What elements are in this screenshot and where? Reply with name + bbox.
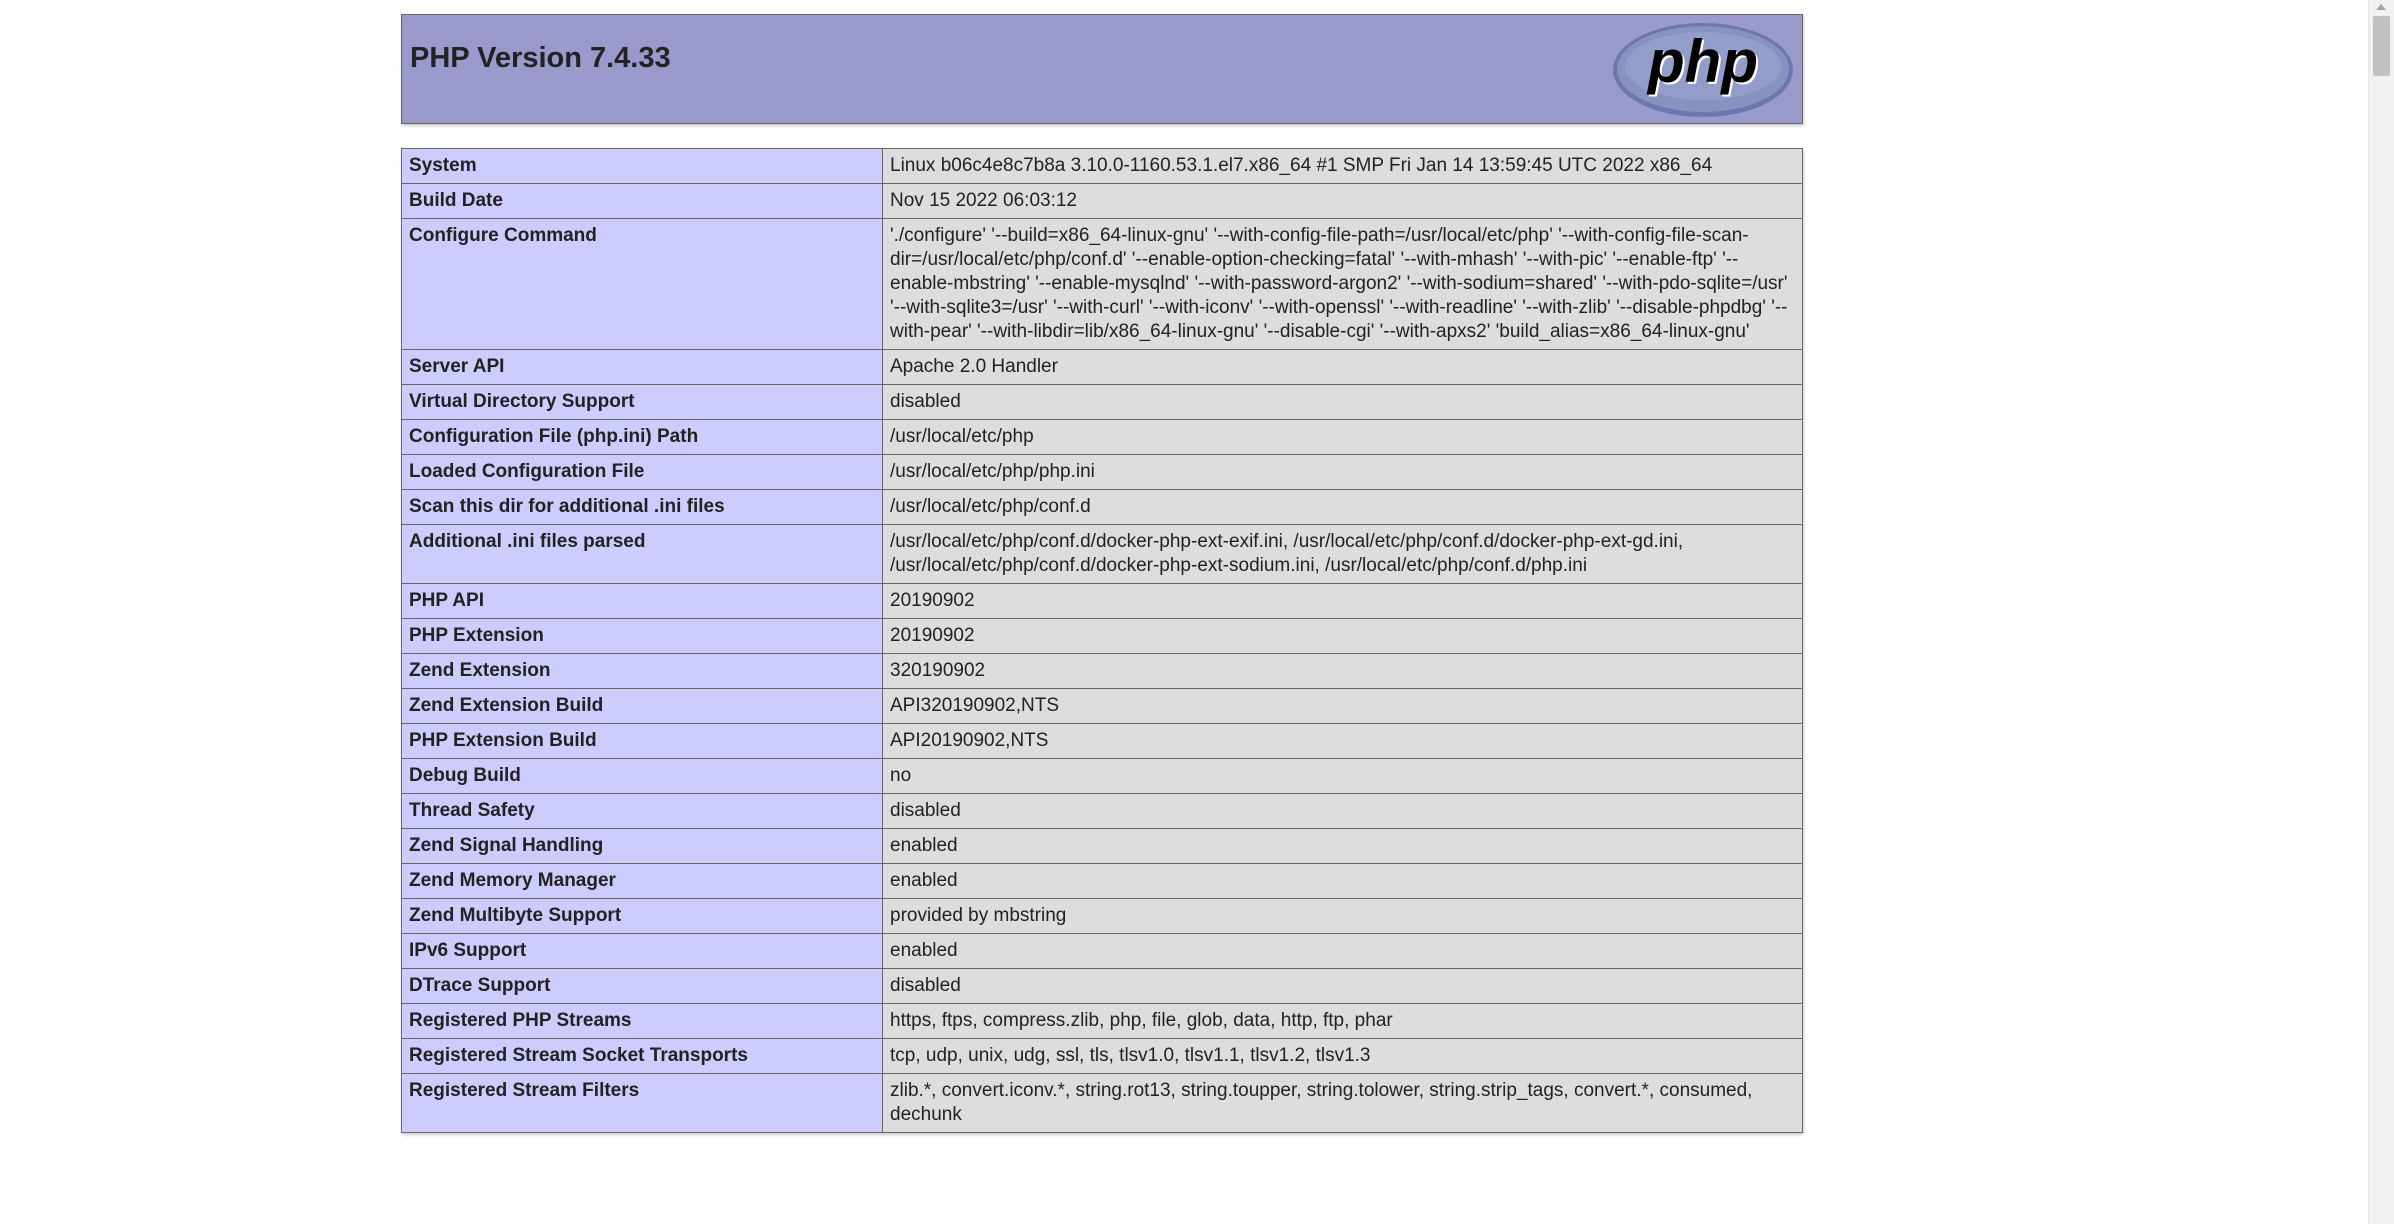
table-row: Loaded Configuration File/usr/local/etc/… bbox=[401, 454, 1803, 490]
row-key: DTrace Support bbox=[401, 968, 883, 1004]
row-value: enabled bbox=[882, 828, 1803, 864]
php-version-header: PHP Version 7.4.33 php php bbox=[401, 14, 1803, 124]
table-row: Configure Command './configure' '--build=… bbox=[401, 218, 1803, 350]
row-key: PHP API bbox=[401, 583, 883, 619]
scroll-up-arrow-icon[interactable] bbox=[2376, 4, 2386, 10]
row-key: Build Date bbox=[401, 183, 883, 219]
row-key: Zend Extension Build bbox=[401, 688, 883, 724]
row-key: Registered PHP Streams bbox=[401, 1003, 883, 1039]
table-row: PHP API 20190902 bbox=[401, 583, 1803, 619]
row-value: tcp, udp, unix, udg, ssl, tls, tlsv1.0, … bbox=[882, 1038, 1803, 1074]
table-row: Debug Build no bbox=[401, 758, 1803, 794]
row-key: PHP Extension Build bbox=[401, 723, 883, 759]
row-value: enabled bbox=[882, 933, 1803, 969]
row-value: disabled bbox=[882, 793, 1803, 829]
vertical-scrollbar[interactable] bbox=[2368, 0, 2394, 1224]
row-value: Apache 2.0 Handler bbox=[882, 349, 1803, 385]
table-row: Registered PHP Streams https, ftps, compr… bbox=[401, 1003, 1803, 1039]
row-value: enabled bbox=[882, 863, 1803, 899]
row-value: no bbox=[882, 758, 1803, 794]
row-key: PHP Extension bbox=[401, 618, 883, 654]
row-value: /usr/local/etc/php/conf.d/docker-php-ext… bbox=[882, 524, 1803, 584]
row-value: https, ftps, compress.zlib, php, file, g… bbox=[882, 1003, 1803, 1039]
table-row: Zend Extension Build API320190902,NTS bbox=[401, 688, 1803, 724]
row-key: Zend Multibyte Support bbox=[401, 898, 883, 934]
php-logo-icon[interactable]: php php bbox=[1612, 22, 1794, 118]
table-row: Server API Apache 2.0 Handler bbox=[401, 349, 1803, 385]
table-row: PHP Extension 20190902 bbox=[401, 618, 1803, 654]
php-logo-text-shadow: php bbox=[1646, 28, 1758, 95]
row-value: 20190902 bbox=[882, 618, 1803, 654]
row-key: Additional .ini files parsed bbox=[401, 524, 883, 584]
php-info-table: System Linux b06c4e8c7b8a 3.10.0-1160.53.… bbox=[401, 148, 1803, 1133]
row-key: Configure Command bbox=[401, 218, 883, 350]
table-row: Registered Stream Filters zlib.*, convert… bbox=[401, 1073, 1803, 1133]
row-value: disabled bbox=[882, 968, 1803, 1004]
row-value: 20190902 bbox=[882, 583, 1803, 619]
page-title: PHP Version 7.4.33 bbox=[410, 42, 671, 74]
table-row: Thread Safety disabled bbox=[401, 793, 1803, 829]
table-row: Additional .ini files parsed/usr/local/e… bbox=[401, 524, 1803, 584]
row-key: Zend Signal Handling bbox=[401, 828, 883, 864]
row-value: provided by mbstring bbox=[882, 898, 1803, 934]
row-key: Thread Safety bbox=[401, 793, 883, 829]
row-key: Zend Memory Manager bbox=[401, 863, 883, 899]
row-key: System bbox=[401, 148, 883, 184]
row-value: Linux b06c4e8c7b8a 3.10.0-1160.53.1.el7.… bbox=[882, 148, 1803, 184]
row-value: API320190902,NTS bbox=[882, 688, 1803, 724]
row-value: 320190902 bbox=[882, 653, 1803, 689]
table-row: Build Date Nov 15 2022 06:03:12 bbox=[401, 183, 1803, 219]
row-key: Registered Stream Filters bbox=[401, 1073, 883, 1133]
row-key: IPv6 Support bbox=[401, 933, 883, 969]
table-row: Zend Signal Handling enabled bbox=[401, 828, 1803, 864]
table-row: DTrace Support disabled bbox=[401, 968, 1803, 1004]
info-table-body: System Linux b06c4e8c7b8a 3.10.0-1160.53.… bbox=[401, 148, 1803, 1133]
browser-viewport: PHP Version 7.4.33 php php System Linux b… bbox=[0, 0, 2394, 1224]
row-key: Loaded Configuration File bbox=[401, 454, 883, 490]
table-row: IPv6 Support enabled bbox=[401, 933, 1803, 969]
row-value: Nov 15 2022 06:03:12 bbox=[882, 183, 1803, 219]
row-key: Scan this dir for additional .ini files bbox=[401, 489, 883, 525]
table-row: Registered Stream Socket Transports tcp, … bbox=[401, 1038, 1803, 1074]
table-row: Zend Memory Manager enabled bbox=[401, 863, 1803, 899]
row-key: Registered Stream Socket Transports bbox=[401, 1038, 883, 1074]
row-key: Zend Extension bbox=[401, 653, 883, 689]
phpinfo-container: PHP Version 7.4.33 php php System Linux b… bbox=[401, 14, 1803, 1133]
row-value: './configure' '--build=x86_64-linux-gnu'… bbox=[882, 218, 1803, 350]
row-key: Server API bbox=[401, 349, 883, 385]
row-key: Configuration File (php.ini) Path bbox=[401, 419, 883, 455]
table-row: PHP Extension Build API20190902,NTS bbox=[401, 723, 1803, 759]
row-value: /usr/local/etc/php/conf.d bbox=[882, 489, 1803, 525]
table-row: Zend Multibyte Support provided by mbstri… bbox=[401, 898, 1803, 934]
scrollbar-thumb[interactable] bbox=[2373, 16, 2390, 76]
row-key: Debug Build bbox=[401, 758, 883, 794]
table-row: System Linux b06c4e8c7b8a 3.10.0-1160.53.… bbox=[401, 148, 1803, 184]
table-row: Configuration File (php.ini) Path/usr/lo… bbox=[401, 419, 1803, 455]
table-row: Zend Extension 320190902 bbox=[401, 653, 1803, 689]
row-value: /usr/local/etc/php/php.ini bbox=[882, 454, 1803, 490]
row-value: disabled bbox=[882, 384, 1803, 420]
row-value: API20190902,NTS bbox=[882, 723, 1803, 759]
row-value: zlib.*, convert.iconv.*, string.rot13, s… bbox=[882, 1073, 1803, 1133]
row-key: Virtual Directory Support bbox=[401, 384, 883, 420]
table-row: Virtual Directory Support disabled bbox=[401, 384, 1803, 420]
row-value: /usr/local/etc/php bbox=[882, 419, 1803, 455]
table-row: Scan this dir for additional .ini files /… bbox=[401, 489, 1803, 525]
